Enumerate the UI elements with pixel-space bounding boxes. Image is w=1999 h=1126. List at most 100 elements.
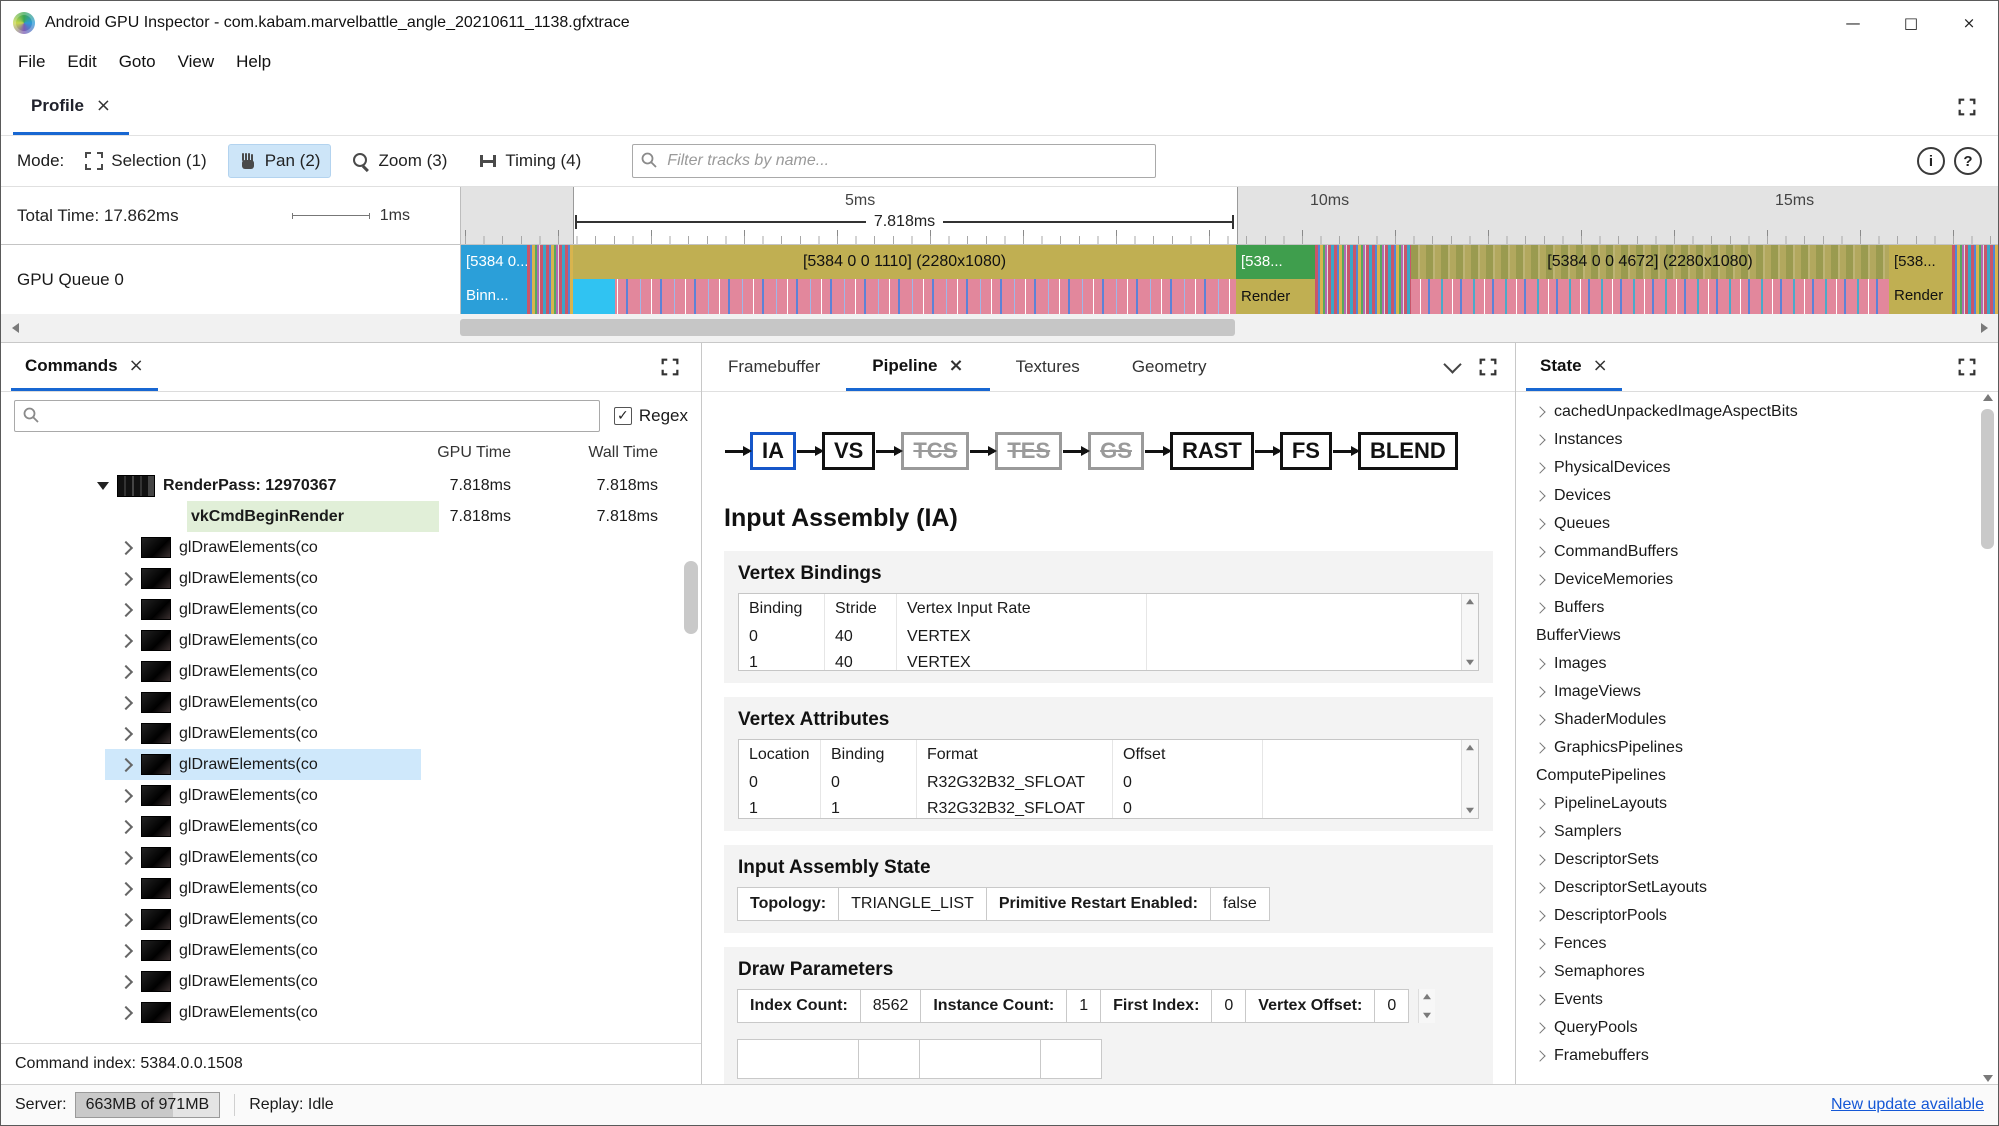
pipeline-stage[interactable]: BLEND: [1357, 432, 1458, 470]
scroll-left-icon[interactable]: [1, 314, 29, 342]
list-item[interactable]: Images: [1516, 650, 1998, 678]
mode-button[interactable]: Selection (1): [74, 144, 217, 178]
chevron-right-icon[interactable]: [1534, 462, 1546, 474]
trace-slices[interactable]: [1952, 245, 1998, 314]
chevron-right-icon[interactable]: [1534, 854, 1546, 866]
list-item[interactable]: Events: [1516, 986, 1998, 1014]
list-item[interactable]: CommandBuffers: [1516, 538, 1998, 566]
chevron-right-icon[interactable]: [1534, 994, 1546, 1006]
menu-item[interactable]: Help: [225, 52, 282, 72]
chevron-right-icon[interactable]: [1534, 826, 1546, 838]
chevron-right-icon[interactable]: [1534, 658, 1546, 670]
expander-icon[interactable]: [118, 602, 134, 617]
expander-icon[interactable]: [118, 757, 134, 772]
chevron-right-icon[interactable]: [1534, 602, 1546, 614]
table-row[interactable]: glDrawElements(co: [1, 563, 701, 594]
expander-icon[interactable]: [118, 695, 134, 710]
gpu-queue-track[interactable]: [5384 0... Binn... [5384 0 0 1110] (2280…: [460, 245, 1998, 314]
list-item[interactable]: Fences: [1516, 930, 1998, 958]
list-item[interactable]: Instances: [1516, 426, 1998, 454]
list-item[interactable]: QueryPools: [1516, 1014, 1998, 1042]
pipeline-stage[interactable]: GS: [1088, 432, 1144, 470]
expander-icon[interactable]: [118, 788, 134, 803]
chevron-right-icon[interactable]: [1534, 966, 1546, 978]
list-item[interactable]: ComputePipelines: [1516, 762, 1998, 790]
pipeline-tab[interactable]: Framebuffer ×: [702, 343, 846, 391]
expander-icon[interactable]: [118, 819, 134, 834]
pipeline-stage[interactable]: TES: [995, 432, 1063, 470]
list-item[interactable]: Buffers: [1516, 594, 1998, 622]
fullscreen-icon[interactable]: [1956, 96, 1978, 118]
table-row[interactable]: glDrawElements(co: [1, 594, 701, 625]
expander-icon[interactable]: [118, 974, 134, 989]
table-scrollbar[interactable]: [1461, 594, 1478, 670]
filter-tracks-input[interactable]: [632, 144, 1157, 178]
chevron-right-icon[interactable]: [1534, 938, 1546, 950]
chevron-right-icon[interactable]: [1534, 910, 1546, 922]
trace-span[interactable]: [538... Render: [1889, 245, 1952, 314]
pipeline-stage[interactable]: IA: [750, 432, 796, 470]
expander-icon[interactable]: [118, 540, 134, 555]
trace-span[interactable]: [5384 0 0 4672] (2280x1080): [1411, 245, 1889, 314]
expander-icon[interactable]: [118, 664, 134, 679]
table-row[interactable]: glDrawElements(co: [1, 780, 701, 811]
chevron-right-icon[interactable]: [1534, 518, 1546, 530]
table-row[interactable]: glDrawElements(co: [1, 656, 701, 687]
scroll-up-icon[interactable]: [1982, 394, 1993, 401]
close-tab-icon[interactable]: ×: [129, 356, 144, 375]
chevron-right-icon[interactable]: [1534, 434, 1546, 446]
table-row[interactable]: glDrawElements(co: [1, 966, 701, 997]
pipeline-stage[interactable]: FS: [1279, 432, 1332, 470]
expander-icon[interactable]: [97, 481, 109, 490]
slice-segment[interactable]: [573, 279, 615, 314]
mode-button[interactable]: Timing (4): [468, 144, 592, 178]
fullscreen-icon[interactable]: [1956, 356, 1978, 378]
scroll-down-icon[interactable]: [1982, 1075, 1993, 1082]
fullscreen-icon[interactable]: [659, 356, 681, 378]
list-item[interactable]: ShaderModules: [1516, 706, 1998, 734]
expander-icon[interactable]: [118, 850, 134, 865]
chevron-right-icon[interactable]: [1534, 546, 1546, 558]
pipeline-stage[interactable]: RAST: [1169, 432, 1254, 470]
table-row[interactable]: glDrawElements(co: [1, 811, 701, 842]
time-ruler[interactable]: 5ms 10ms 15ms 7.818ms: [460, 187, 1998, 244]
tab-commands[interactable]: Commands ×: [11, 343, 158, 391]
table-row[interactable]: glDrawElements(co: [1, 625, 701, 656]
table-row[interactable]: glDrawElements(co: [1, 749, 701, 780]
list-item[interactable]: Semaphores: [1516, 958, 1998, 986]
vertical-scrollbar[interactable]: [1979, 394, 1996, 1082]
scrollbar-thumb[interactable]: [1981, 409, 1994, 549]
chevron-right-icon[interactable]: [1534, 1050, 1546, 1062]
help-icon[interactable]: ?: [1954, 147, 1982, 175]
scroll-right-icon[interactable]: [1970, 314, 1998, 342]
chevron-right-icon[interactable]: [1534, 714, 1546, 726]
chevron-right-icon[interactable]: [1534, 686, 1546, 698]
list-item[interactable]: Queues: [1516, 510, 1998, 538]
expander-icon[interactable]: [118, 633, 134, 648]
minimize-button[interactable]: —: [1824, 1, 1882, 45]
expander-icon[interactable]: [118, 881, 134, 896]
mode-button[interactable]: Pan (2): [227, 144, 332, 178]
list-item[interactable]: PipelineLayouts: [1516, 790, 1998, 818]
commands-search-input[interactable]: [14, 400, 600, 432]
list-item[interactable]: BufferViews: [1516, 622, 1998, 650]
expander-icon[interactable]: [118, 912, 134, 927]
scrollbar-thumb[interactable]: [460, 319, 1235, 336]
table-row[interactable]: glDrawElements(co: [1, 687, 701, 718]
list-item[interactable]: DescriptorSets: [1516, 846, 1998, 874]
table-row[interactable]: glDrawElements(co: [1, 842, 701, 873]
chevron-right-icon[interactable]: [1534, 574, 1546, 586]
menu-item[interactable]: Goto: [108, 52, 167, 72]
info-icon[interactable]: i: [1917, 147, 1945, 175]
menu-item[interactable]: View: [167, 52, 226, 72]
table-row[interactable]: vkCmdBeginRender 7.818ms 7.818ms: [1, 501, 701, 532]
menu-item[interactable]: Edit: [56, 52, 107, 72]
pipeline-tab[interactable]: Geometry ×: [1106, 343, 1233, 391]
pipeline-stage[interactable]: VS: [822, 432, 876, 470]
pipeline-stage[interactable]: TCS: [901, 432, 970, 470]
list-item[interactable]: cachedUnpackedImageAspectBits: [1516, 398, 1998, 426]
table-row[interactable]: glDrawElements(co: [1, 718, 701, 749]
table-row[interactable]: RenderPass: 12970367 7.818ms 7.818ms: [1, 470, 701, 501]
regex-toggle[interactable]: ✓ Regex: [613, 406, 688, 426]
close-tab-icon[interactable]: ×: [948, 356, 963, 375]
